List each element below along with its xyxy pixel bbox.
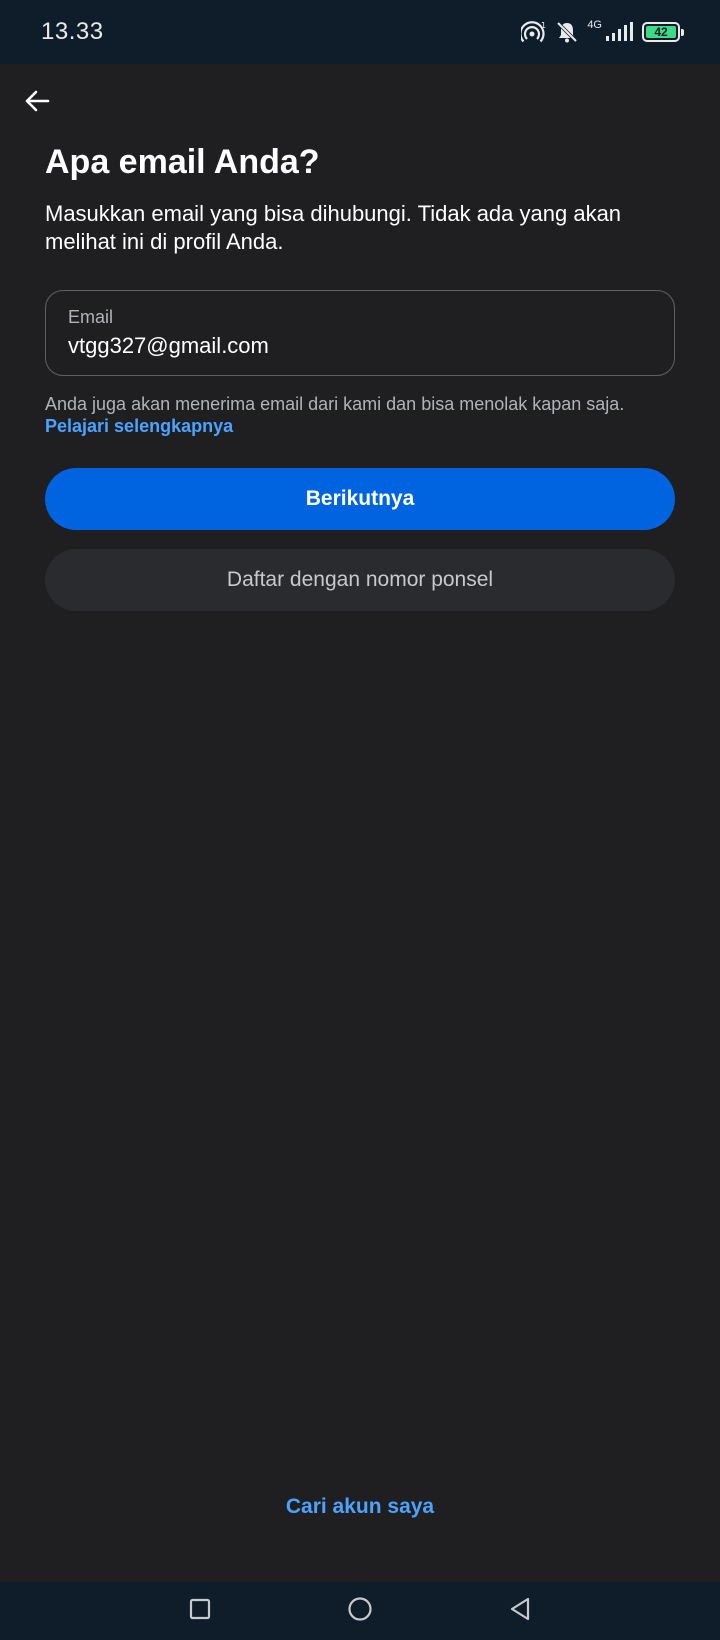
screen: 13.33 1 4G 42 Apa email Anda? Masukkan e… [0, 0, 720, 1640]
system-nav-bar [0, 1582, 720, 1640]
network-type-label: 4G [587, 19, 602, 31]
recents-square-icon [189, 1598, 211, 1625]
home-button[interactable] [340, 1591, 380, 1631]
signal-icon [604, 21, 634, 43]
email-input[interactable] [68, 333, 652, 359]
helper-text: Anda juga akan menerima email dari kami … [45, 394, 625, 414]
phone-signup-button[interactable]: Daftar dengan nomor ponsel [45, 549, 675, 611]
svg-text:1: 1 [541, 21, 546, 30]
status-time: 13.33 [41, 18, 104, 45]
email-field[interactable]: Email [45, 290, 675, 376]
status-bar: 13.33 1 4G 42 [0, 0, 720, 64]
home-circle-icon [347, 1596, 373, 1627]
battery-icon: 42 [642, 22, 684, 42]
hotspot-icon: 1 [521, 20, 547, 44]
find-account-link[interactable]: Cari akun saya [0, 1495, 720, 1519]
recents-button[interactable] [180, 1591, 220, 1631]
page-title: Apa email Anda? [45, 143, 320, 181]
system-back-button[interactable] [500, 1591, 540, 1631]
email-field-label: Email [68, 307, 114, 327]
arrow-left-icon [24, 90, 50, 117]
page-subtitle: Masukkan email yang bisa dihubungi. Tida… [45, 201, 622, 254]
back-triangle-icon [509, 1597, 531, 1626]
back-button[interactable] [20, 86, 54, 120]
next-button[interactable]: Berikutnya [45, 468, 675, 530]
learn-more-link[interactable]: Pelajari selengkapnya [45, 416, 233, 437]
battery-level: 42 [646, 25, 676, 39]
status-icons: 1 4G 42 [521, 19, 684, 44]
bell-off-icon [555, 20, 579, 44]
